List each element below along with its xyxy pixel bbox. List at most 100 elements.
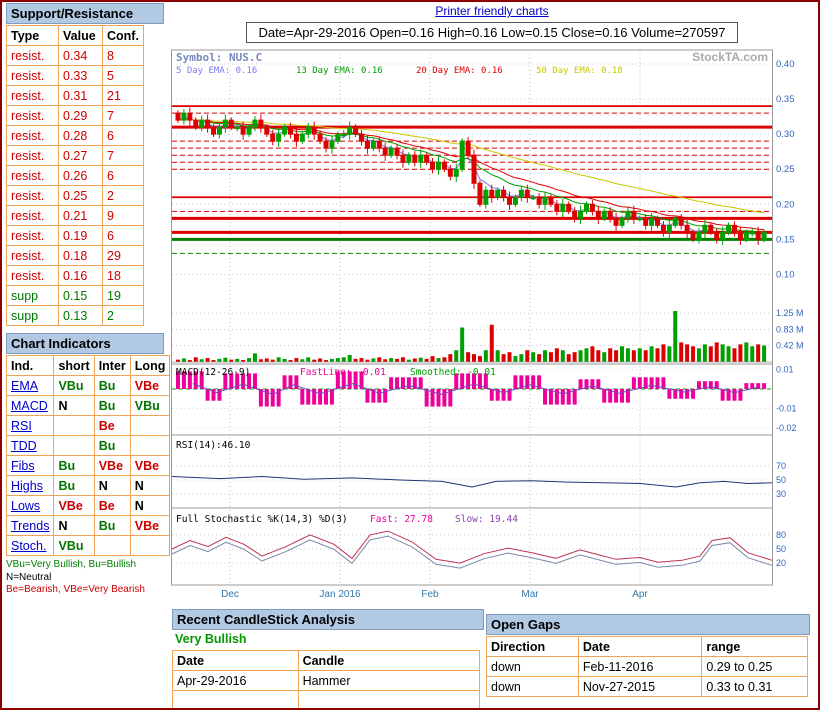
sr-type-cell: resist. (7, 186, 59, 206)
candle-name-cell: Hammer (298, 671, 479, 691)
chart-text: Smoothed: -0.01 (410, 367, 496, 378)
gap-direction-cell: down (487, 657, 579, 677)
candle-row: Apr-29-2016 Hammer (173, 671, 480, 691)
sr-conf-cell: 19 (103, 286, 144, 306)
chart-indicators-title: Chart Indicators (6, 333, 164, 354)
sr-row: resist. 0.25 2 (7, 186, 144, 206)
indicator-short-cell: VBe (54, 496, 94, 516)
sr-value-cell: 0.27 (59, 146, 103, 166)
sr-value-cell: 0.16 (59, 266, 103, 286)
printer-friendly-link[interactable]: Printer friendly charts (435, 4, 548, 18)
sr-row: resist. 0.34 8 (7, 46, 144, 66)
candlestick-analysis-section: Recent CandleStick Analysis Very Bullish… (172, 609, 484, 710)
ci-header-inter: Inter (94, 356, 130, 376)
ci-header-row: Ind. short Inter Long (7, 356, 170, 376)
sr-header-row: Type Value Conf. (7, 26, 144, 46)
indicator-name-cell: Highs (7, 476, 54, 496)
sr-conf-cell: 5 (103, 66, 144, 86)
sr-row: resist. 0.27 7 (7, 146, 144, 166)
indicator-short-cell: N (54, 516, 94, 536)
indicator-link-fibs[interactable]: Fibs (11, 459, 35, 473)
sidebar: Support/Resistance Type Value Conf. resi… (6, 3, 164, 597)
indicator-link-tdd[interactable]: TDD (11, 439, 37, 453)
og-header-date: Date (578, 637, 702, 657)
sr-header-type: Type (7, 26, 59, 46)
sr-row: supp 0.15 19 (7, 286, 144, 306)
sr-type-cell: resist. (7, 66, 59, 86)
indicator-name-cell: Fibs (7, 456, 54, 476)
sr-value-cell: 0.15 (59, 286, 103, 306)
top-area: Printer friendly charts Date=Apr-29-2016… (170, 2, 814, 43)
indicator-inter-cell (94, 536, 130, 556)
chart-indicators-table: Ind. short Inter Long EMA VBu Bu VBe MAC… (6, 355, 170, 556)
chart-text: 0.30 (776, 129, 795, 140)
sr-type-cell: supp (7, 286, 59, 306)
candlestick-sentiment: Very Bullish (172, 630, 484, 649)
candlestick-table: Date Candle Apr-29-2016 Hammer (172, 650, 480, 710)
open-gaps-table: Direction Date range down Feb-11-2016 0.… (486, 636, 808, 697)
sr-conf-cell: 6 (103, 226, 144, 246)
chart-text: Jan 2016 (319, 589, 361, 600)
indicator-long-cell: VBu (130, 396, 170, 416)
indicator-link-rsi[interactable]: RSI (11, 419, 32, 433)
indicator-link-trends[interactable]: Trends (11, 519, 49, 533)
gap-date-cell: Feb-11-2016 (578, 657, 702, 677)
ci-header-ind: Ind. (7, 356, 54, 376)
indicator-link-ema[interactable]: EMA (11, 379, 38, 393)
sr-header-conf: Conf. (103, 26, 144, 46)
ci-header-short: short (54, 356, 94, 376)
indicator-long-cell (130, 536, 170, 556)
sr-type-cell: resist. (7, 246, 59, 266)
indicator-link-lows[interactable]: Lows (11, 499, 40, 513)
sr-type-cell: resist. (7, 146, 59, 166)
sr-type-cell: resist. (7, 106, 59, 126)
sr-value-cell: 0.26 (59, 166, 103, 186)
sr-type-cell: resist. (7, 266, 59, 286)
chart-text: 1.25 M (776, 308, 804, 318)
legend-line: VBu=Very Bullish, Bu=Bullish (6, 559, 164, 572)
gap-row: down Feb-11-2016 0.29 to 0.25 (487, 657, 808, 677)
indicator-name-cell: TDD (7, 436, 54, 456)
sr-conf-cell: 9 (103, 206, 144, 226)
chart-text: 20 Day EMA: 0.16 (416, 66, 503, 76)
indicator-short-cell: Bu (54, 456, 94, 476)
sr-value-cell: 0.31 (59, 86, 103, 106)
sr-conf-cell: 2 (103, 186, 144, 206)
sr-row: resist. 0.18 29 (7, 246, 144, 266)
gap-range-cell: 0.33 to 0.31 (702, 677, 808, 697)
sr-row: supp 0.13 2 (7, 306, 144, 326)
chart-text: 20 (776, 558, 786, 568)
indicator-long-cell: VBe (130, 516, 170, 536)
ci-header-long: Long (130, 356, 170, 376)
sr-row: resist. 0.33 5 (7, 66, 144, 86)
indicator-row: Stoch. VBu (7, 536, 170, 556)
chart-text: -0.02 (776, 423, 797, 433)
indicator-link-macd[interactable]: MACD (11, 399, 48, 413)
indicator-inter-cell: N (94, 476, 130, 496)
sr-row: resist. 0.29 7 (7, 106, 144, 126)
sr-conf-cell: 18 (103, 266, 144, 286)
chart-text: 50 (776, 475, 786, 485)
indicator-link-highs[interactable]: Highs (11, 479, 43, 493)
chart-text: 70 (776, 461, 786, 471)
indicator-long-cell (130, 416, 170, 436)
sr-type-cell: resist. (7, 226, 59, 246)
indicator-row: TDD Bu (7, 436, 170, 456)
chart-text: 13 Day EMA: 0.16 (296, 66, 383, 76)
chart-text: Feb (421, 589, 439, 600)
chart-text: Slow: 19.44 (455, 514, 518, 525)
indicator-short-cell: VBu (54, 536, 94, 556)
indicator-row: Highs Bu N N (7, 476, 170, 496)
sr-type-cell: resist. (7, 126, 59, 146)
chart-text: Fast: 27.78 (370, 514, 433, 525)
legend-line: N=Neutral (6, 572, 164, 585)
indicator-link-stoch[interactable]: Stoch. (11, 539, 46, 553)
candle-row (173, 691, 480, 710)
indicator-row: Lows VBe Be N (7, 496, 170, 516)
indicator-short-cell: VBu (54, 376, 94, 396)
chart-text: -0.01 (776, 404, 797, 414)
chart-text: 0.15 (776, 234, 795, 245)
sr-value-cell: 0.29 (59, 106, 103, 126)
open-gaps-title: Open Gaps (486, 614, 810, 635)
gap-range-cell: 0.29 to 0.25 (702, 657, 808, 677)
